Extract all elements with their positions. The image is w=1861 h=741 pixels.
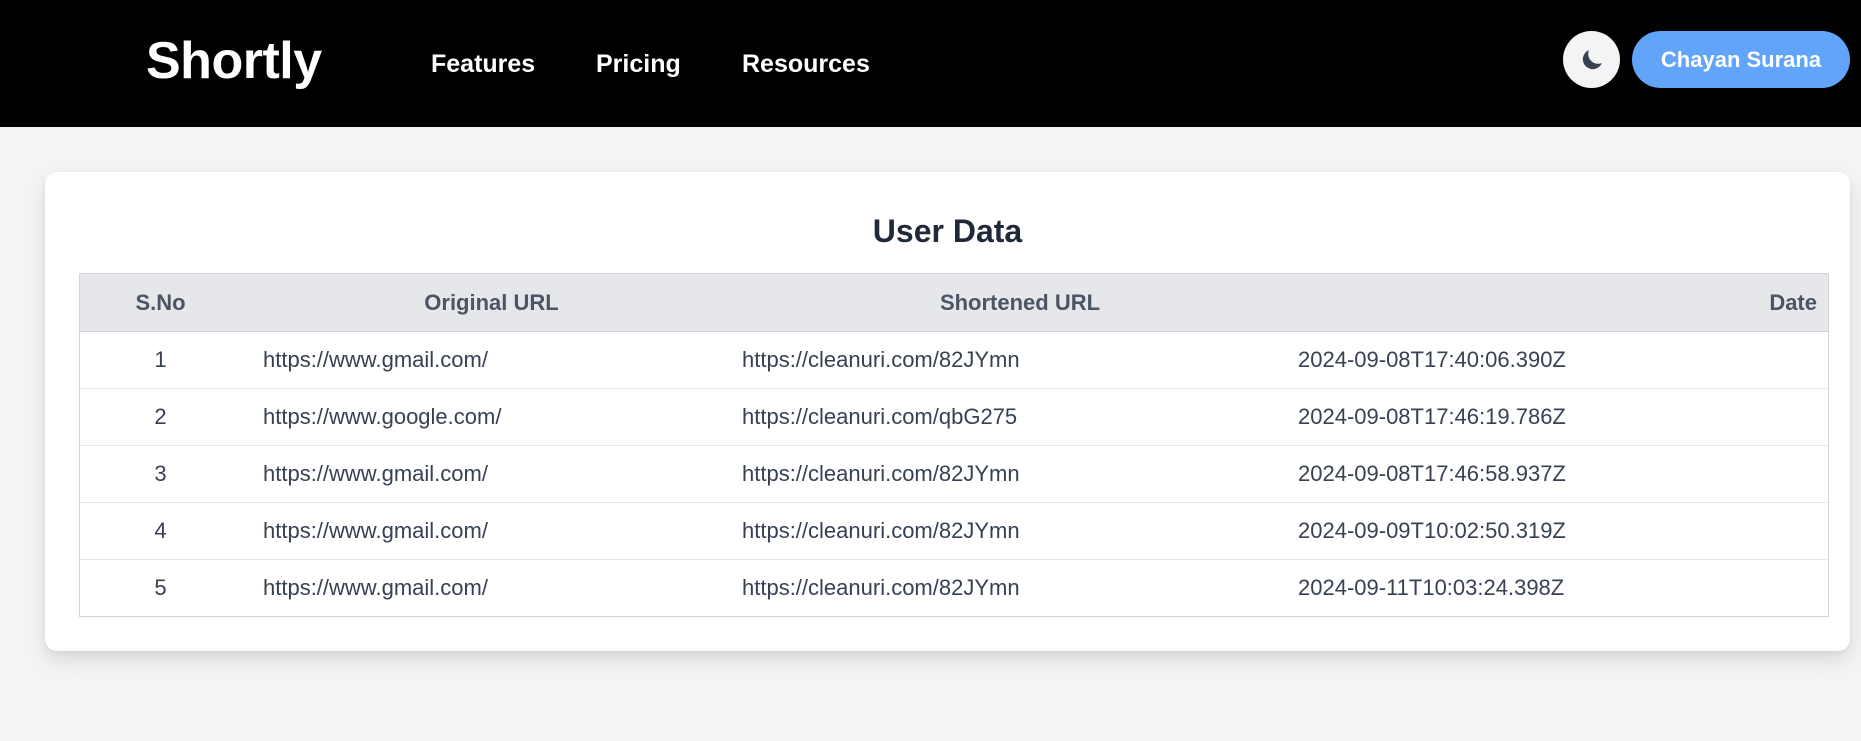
user-data-table: S.No Original URL Shortened URL Date 1 h…: [79, 273, 1829, 617]
cell-original-url[interactable]: https://www.gmail.com/: [241, 445, 742, 503]
cell-original-url[interactable]: https://www.gmail.com/: [241, 502, 742, 560]
cell-sno: 4: [79, 502, 241, 560]
cell-sno: 1: [79, 331, 241, 389]
table-row: 2 https://www.google.com/ https://cleanu…: [79, 388, 1829, 446]
column-header-shortened-url[interactable]: Shortened URL: [742, 273, 1298, 332]
table-row: 1 https://www.gmail.com/ https://cleanur…: [79, 331, 1829, 389]
cell-original-url[interactable]: https://www.gmail.com/: [241, 559, 742, 617]
cell-sno: 3: [79, 445, 241, 503]
cell-shortened-url[interactable]: https://cleanuri.com/82JYmn: [742, 502, 1298, 560]
table-row: 3 https://www.gmail.com/ https://cleanur…: [79, 445, 1829, 503]
cell-date: 2024-09-08T17:40:06.390Z: [1298, 331, 1829, 389]
nav-link-pricing[interactable]: Pricing: [596, 46, 681, 82]
theme-toggle-button[interactable]: [1563, 31, 1620, 88]
brand-logo[interactable]: Shortly: [146, 28, 322, 94]
nav-link-features[interactable]: Features: [431, 46, 535, 82]
cell-date: 2024-09-08T17:46:58.937Z: [1298, 445, 1829, 503]
table-header-row: S.No Original URL Shortened URL Date: [79, 273, 1829, 332]
top-navbar: Shortly Features Pricing Resources Chaya…: [0, 0, 1861, 127]
cell-date: 2024-09-09T10:02:50.319Z: [1298, 502, 1829, 560]
cell-sno: 2: [79, 388, 241, 446]
moon-icon: [1578, 46, 1606, 74]
cell-sno: 5: [79, 559, 241, 617]
user-data-card: User Data S.No Original URL Shortened UR…: [45, 172, 1850, 651]
column-header-date[interactable]: Date: [1298, 273, 1829, 332]
cell-date: 2024-09-11T10:03:24.398Z: [1298, 559, 1829, 617]
column-header-sno[interactable]: S.No: [79, 273, 241, 332]
cell-shortened-url[interactable]: https://cleanuri.com/82JYmn: [742, 559, 1298, 617]
user-profile-button[interactable]: Chayan Surana: [1632, 31, 1850, 88]
cell-shortened-url[interactable]: https://cleanuri.com/qbG275: [742, 388, 1298, 446]
cell-date: 2024-09-08T17:46:19.786Z: [1298, 388, 1829, 446]
table-row: 4 https://www.gmail.com/ https://cleanur…: [79, 502, 1829, 560]
table-row: 5 https://www.gmail.com/ https://cleanur…: [79, 559, 1829, 617]
cell-original-url[interactable]: https://www.gmail.com/: [241, 331, 742, 389]
cell-shortened-url[interactable]: https://cleanuri.com/82JYmn: [742, 331, 1298, 389]
nav-link-resources[interactable]: Resources: [742, 46, 870, 82]
column-header-original-url[interactable]: Original URL: [241, 273, 742, 332]
card-title: User Data: [872, 213, 1023, 249]
cell-original-url[interactable]: https://www.google.com/: [241, 388, 742, 446]
cell-shortened-url[interactable]: https://cleanuri.com/82JYmn: [742, 445, 1298, 503]
